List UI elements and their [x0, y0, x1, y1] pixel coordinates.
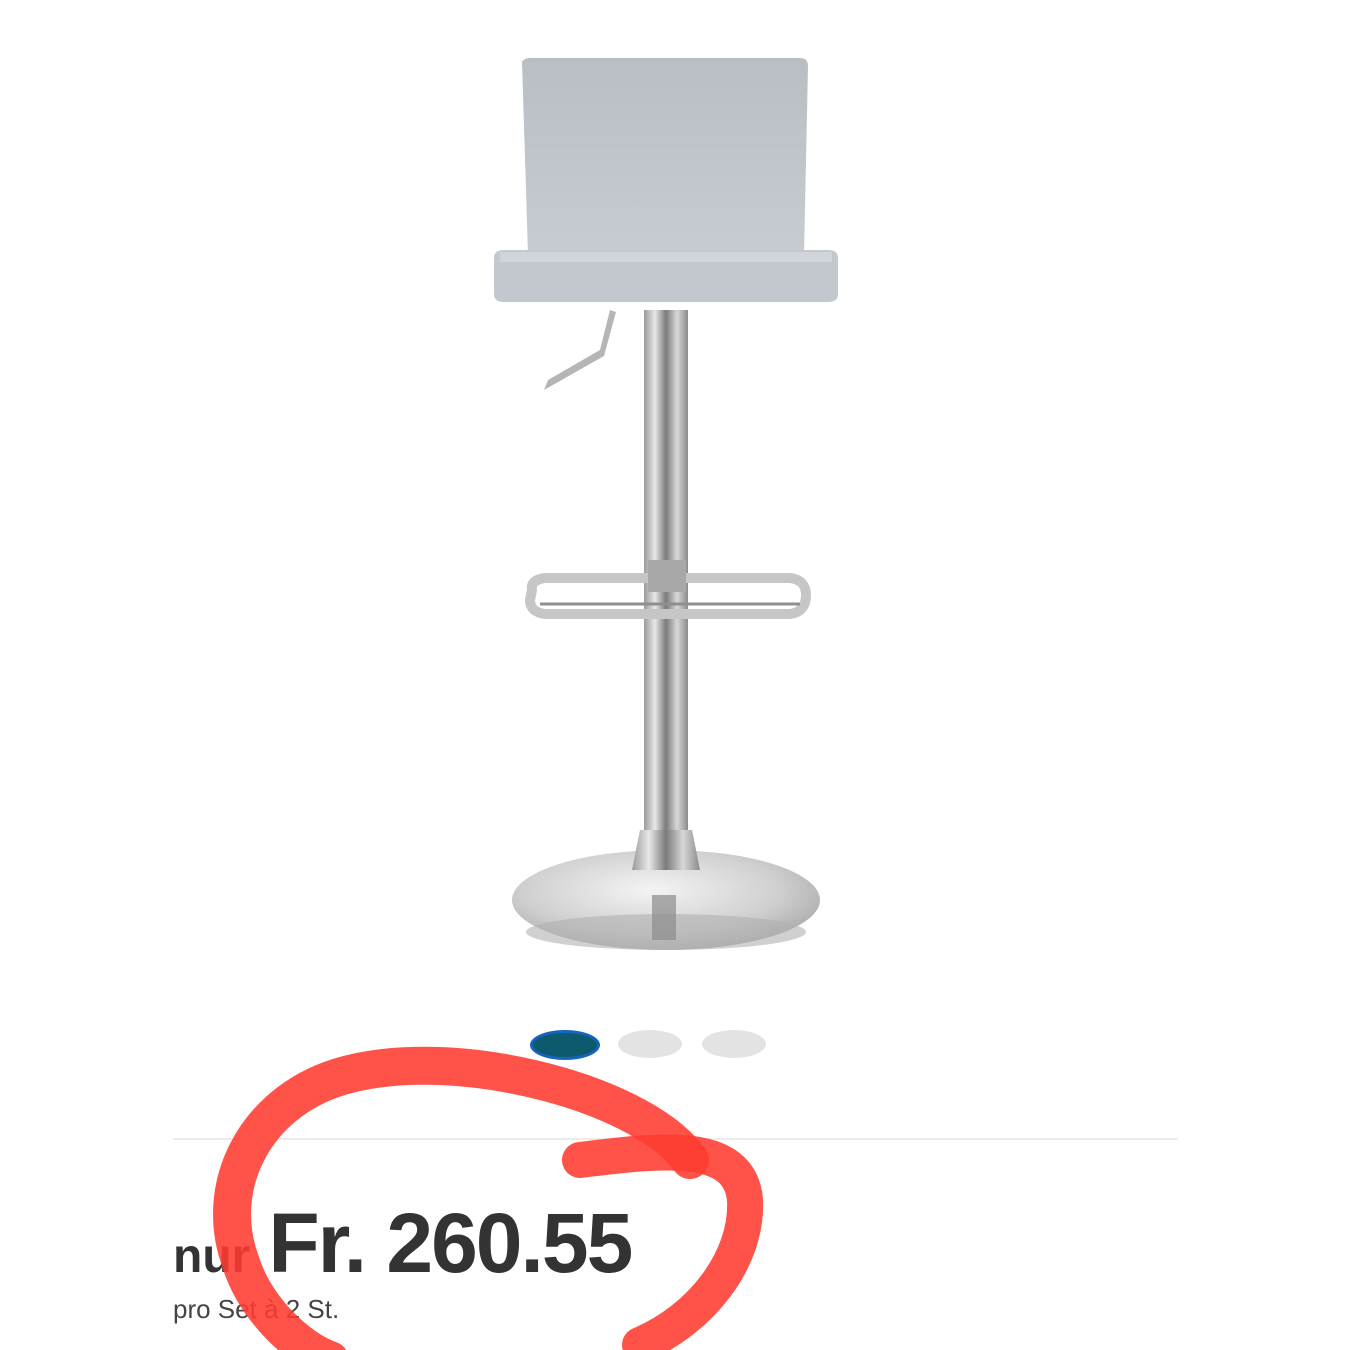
carousel-dot-2[interactable] — [618, 1030, 682, 1058]
price-amount: Fr. 260.55 — [268, 1196, 633, 1290]
image-carousel-pagination — [530, 1030, 770, 1062]
stool-backrest — [522, 58, 808, 255]
section-divider — [173, 1138, 1178, 1140]
price-row: nur Fr. 260.55 — [173, 1195, 633, 1295]
price-unit-note: pro Set à 2 St. — [173, 1294, 340, 1324]
product-page: nur Fr. 260.55 pro Set à 2 St. — [0, 0, 1350, 1350]
carousel-dot-3[interactable] — [702, 1030, 766, 1058]
product-image-bar-stool[interactable] — [0, 0, 1350, 1000]
price-prefix: nur — [173, 1230, 251, 1283]
stool-height-lever — [544, 310, 616, 390]
carousel-dot-1[interactable] — [530, 1030, 600, 1060]
